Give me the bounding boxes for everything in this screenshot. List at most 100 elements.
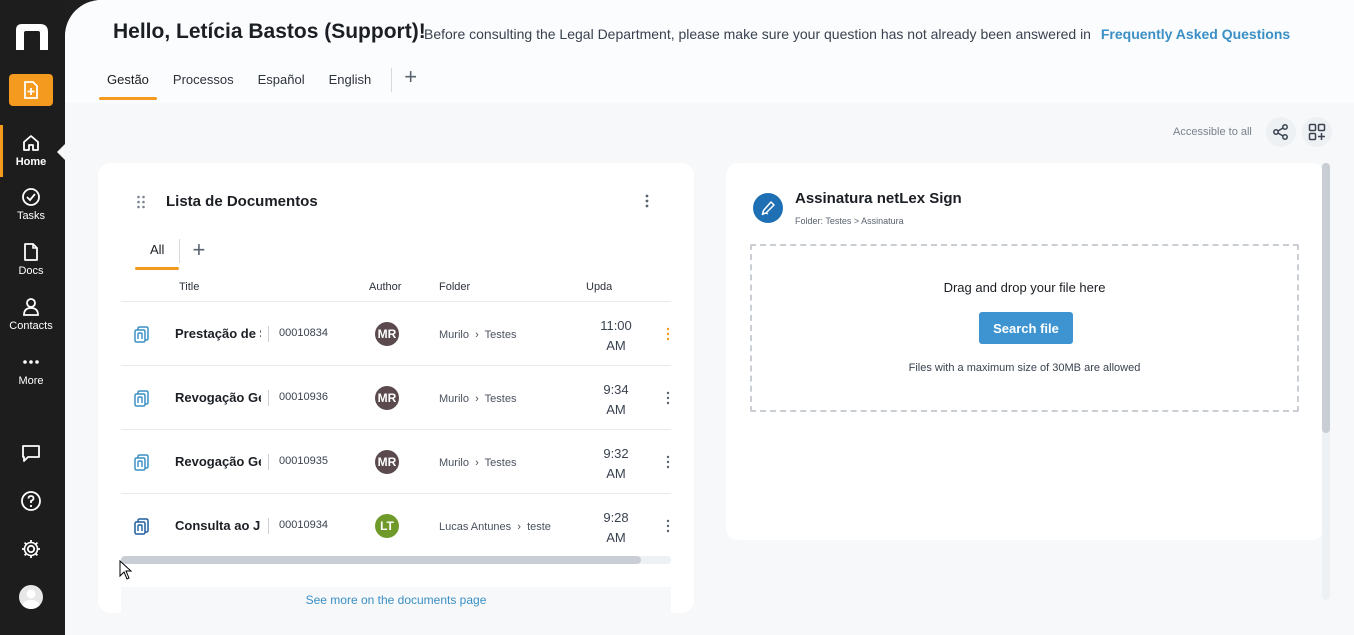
home-icon: [23, 135, 39, 151]
updated-time-value: 9:34: [603, 382, 629, 397]
nav-docs[interactable]: Docs: [0, 242, 62, 277]
folder-path[interactable]: Murilo › Testes: [439, 329, 516, 341]
nav-tasks-label: Tasks: [16, 210, 46, 222]
document-title[interactable]: Revogação Ger: [175, 454, 261, 469]
row-menu-icon[interactable]: [666, 454, 670, 470]
document-title[interactable]: Revogação Ger: [175, 390, 261, 405]
document-type-icon: [134, 390, 149, 407]
author-avatar: MR: [375, 386, 399, 410]
page-greeting: Hello, Letícia Bastos (Support)!: [113, 20, 426, 43]
drag-handle-icon[interactable]: [136, 195, 146, 209]
table-row[interactable]: Revogação Ger 00010936 MR Murilo › Teste…: [121, 366, 671, 430]
updated-time-value: 11:00: [600, 318, 632, 333]
dots-icon: [23, 360, 39, 364]
see-more-footer: See more on the documents page: [121, 587, 671, 613]
table-row[interactable]: Consulta ao Ju 00010934 LT Lucas Antunes…: [121, 494, 671, 558]
sidebar: Home Tasks Docs Contacts More: [0, 0, 65, 635]
documents-tabs: All +: [135, 239, 207, 270]
folder-child: Testes: [484, 457, 517, 469]
nav-home[interactable]: Home: [0, 125, 62, 177]
column-folder[interactable]: Folder: [439, 281, 470, 293]
new-document-button[interactable]: [9, 74, 53, 106]
folder-path[interactable]: Lucas Antunes › teste: [439, 521, 551, 533]
add-filter-tab-button[interactable]: +: [190, 239, 207, 261]
updated-time-period: AM: [606, 530, 626, 545]
add-tab-button[interactable]: +: [400, 64, 421, 88]
tab-english[interactable]: English: [317, 64, 384, 100]
search-file-button[interactable]: Search file: [979, 312, 1073, 344]
add-widget-button[interactable]: [1302, 117, 1332, 147]
folder-parent: Murilo: [439, 457, 469, 469]
folder-child: teste: [527, 521, 551, 533]
dropzone-text: Drag and drop your file here: [943, 280, 1106, 295]
tab-divider: [391, 68, 393, 92]
nav-home-label: Home: [15, 156, 47, 168]
tab-processos[interactable]: Processos: [161, 64, 246, 100]
folder-child: Testes: [484, 329, 517, 341]
active-nav-caret: [57, 144, 65, 160]
column-author[interactable]: Author: [369, 281, 401, 293]
scrollbar-thumb[interactable]: [121, 556, 641, 564]
nav-tasks[interactable]: Tasks: [0, 187, 62, 222]
row-menu-icon[interactable]: [666, 518, 670, 534]
netlex-logo-icon[interactable]: [14, 22, 50, 52]
table-row[interactable]: Revogação Ger 00010935 MR Murilo › Teste…: [121, 430, 671, 494]
person-icon: [23, 298, 39, 316]
tab-espanol[interactable]: Español: [246, 64, 317, 100]
column-updated[interactable]: Upda: [586, 281, 612, 293]
tab-divider: [179, 239, 181, 263]
updated-time: 9:32 AM: [591, 444, 641, 484]
document-type-icon: [134, 454, 149, 471]
documents-title: Lista de Documentos: [166, 193, 318, 210]
document-title[interactable]: Consulta ao Ju: [175, 518, 261, 533]
document-icon: [24, 243, 38, 261]
share-icon: [1273, 124, 1288, 140]
kebab-menu-icon[interactable]: [643, 193, 651, 209]
document-number: 00010935: [279, 455, 328, 467]
author-avatar: LT: [375, 514, 399, 538]
scrollbar-thumb[interactable]: [1322, 163, 1330, 433]
chat-icon[interactable]: [19, 441, 43, 465]
updated-time: 11:00 AM: [591, 316, 641, 356]
updated-time: 9:34 AM: [591, 380, 641, 420]
faq-link[interactable]: Frequently Asked Questions: [1101, 26, 1290, 42]
row-divider: [268, 390, 269, 406]
row-menu-icon[interactable]: [666, 326, 670, 342]
gear-icon[interactable]: [19, 537, 43, 561]
nav-more[interactable]: More: [0, 352, 62, 387]
nav-docs-label: Docs: [18, 265, 44, 277]
pen-icon: [761, 201, 775, 216]
sign-folder: Folder: Testes > Assinatura: [795, 216, 904, 226]
column-title[interactable]: Title: [179, 281, 199, 293]
file-size-note: Files with a maximum size of 30MB are al…: [908, 362, 1141, 374]
visibility-label: Accessible to all: [1173, 126, 1252, 138]
tab-gestao[interactable]: Gestão: [95, 64, 161, 100]
author-avatar: MR: [375, 322, 399, 346]
document-title[interactable]: Prestação de S: [175, 326, 261, 341]
mouse-cursor-icon: [119, 560, 133, 580]
document-type-icon: [134, 326, 149, 343]
add-widget-icon: [1308, 123, 1326, 141]
row-menu-icon[interactable]: [666, 390, 670, 406]
user-avatar-icon: [22, 589, 40, 609]
table-row[interactable]: Prestação de S 00010834 MR Murilo › Test…: [121, 302, 671, 366]
horizontal-scrollbar[interactable]: [121, 556, 671, 564]
author-avatar: MR: [375, 450, 399, 474]
share-button[interactable]: [1266, 117, 1296, 147]
folder-parent: Murilo: [439, 329, 469, 341]
file-dropzone[interactable]: Drag and drop your file here Search file…: [750, 244, 1299, 412]
tab-all[interactable]: All: [135, 239, 180, 270]
document-number: 00010936: [279, 391, 328, 403]
folder-path[interactable]: Murilo › Testes: [439, 457, 516, 469]
legal-notice: Before consulting the Legal Department, …: [424, 26, 1290, 42]
vertical-scrollbar[interactable]: [1322, 163, 1330, 600]
see-more-link[interactable]: See more on the documents page: [121, 593, 671, 607]
document-number: 00010934: [279, 519, 328, 531]
user-avatar[interactable]: [19, 585, 43, 609]
help-icon[interactable]: [19, 489, 43, 513]
nav-contacts[interactable]: Contacts: [0, 297, 62, 332]
folder-child: Testes: [484, 393, 517, 405]
dashboard-tabs: Gestão Processos Español English +: [95, 64, 421, 102]
folder-path[interactable]: Murilo › Testes: [439, 393, 516, 405]
nav-more-label: More: [18, 375, 44, 387]
